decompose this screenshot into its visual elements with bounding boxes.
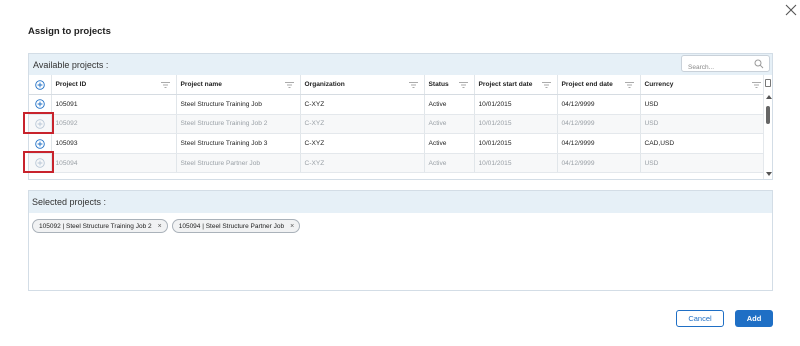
cell-project-name: Steel Structure Training Job 2 bbox=[176, 114, 301, 135]
cell-project-id: 105091 bbox=[51, 94, 177, 115]
selected-project-chip: 105094 | Steel Structure Partner Job × bbox=[171, 219, 301, 233]
column-header-status[interactable]: Status bbox=[424, 75, 475, 96]
search-input[interactable] bbox=[688, 60, 754, 75]
selected-chips: 105092 | Steel Structure Training Job 2 … bbox=[32, 219, 301, 233]
cell-organization: C-XYZ bbox=[300, 133, 425, 154]
remove-chip-icon[interactable]: × bbox=[290, 223, 294, 230]
cell-start-date: 10/01/2015 bbox=[474, 153, 558, 174]
remove-chip-icon[interactable]: × bbox=[158, 223, 162, 230]
search-box[interactable] bbox=[681, 55, 770, 75]
cell-end-date: 04/12/9999 bbox=[557, 133, 641, 154]
cell-status: Active bbox=[424, 133, 475, 154]
cell-start-date: 10/01/2015 bbox=[474, 114, 558, 135]
cancel-button[interactable]: Cancel bbox=[676, 310, 724, 327]
column-header-end-date[interactable]: Project end date bbox=[557, 75, 641, 96]
column-label: Project name bbox=[180, 81, 222, 89]
chip-label: 105092 | Steel Structure Training Job 2 bbox=[39, 222, 152, 230]
cell-end-date: 04/12/9999 bbox=[557, 153, 641, 174]
add-circle-icon[interactable] bbox=[34, 138, 45, 149]
table-row[interactable]: 105091 Steel Structure Training Job C-XY… bbox=[29, 94, 768, 115]
add-all-header[interactable] bbox=[29, 75, 52, 96]
cell-end-date: 04/12/9999 bbox=[557, 114, 641, 135]
table-header-row: Project ID Project name Organization Sta… bbox=[29, 75, 768, 96]
column-label: Status bbox=[428, 81, 449, 89]
filter-icon[interactable] bbox=[541, 82, 551, 88]
column-label: Project start date bbox=[478, 81, 533, 89]
filter-icon[interactable] bbox=[284, 82, 294, 88]
available-projects-panel: Available projects : Project ID Project … bbox=[28, 53, 773, 180]
annotation-highlight-box bbox=[23, 112, 54, 134]
column-header-project-id[interactable]: Project ID bbox=[51, 75, 177, 96]
dialog-title: Assign to projects bbox=[28, 26, 111, 37]
cell-currency: CAD,USD bbox=[640, 133, 768, 154]
add-circle-icon[interactable] bbox=[34, 99, 45, 110]
cell-currency: USD bbox=[640, 94, 768, 115]
filter-icon[interactable] bbox=[458, 82, 468, 88]
cell-project-name: Steel Structure Training Job bbox=[176, 94, 301, 115]
cell-start-date: 10/01/2015 bbox=[474, 133, 558, 154]
selected-projects-header: Selected projects : bbox=[29, 191, 772, 213]
scroll-up-arrow[interactable] bbox=[766, 95, 772, 99]
cell-status: Active bbox=[424, 153, 475, 174]
column-header-currency[interactable]: Currency bbox=[640, 75, 768, 96]
available-projects-label: Available projects : bbox=[33, 60, 109, 70]
cell-status: Active bbox=[424, 94, 475, 115]
add-all-icon bbox=[34, 79, 45, 90]
chip-label: 105094 | Steel Structure Partner Job bbox=[178, 222, 285, 230]
cell-project-id: 105093 bbox=[51, 133, 177, 154]
cell-organization: C-XYZ bbox=[300, 153, 425, 174]
table-row[interactable]: 105094 Steel Structure Partner Job C-XYZ… bbox=[29, 153, 768, 174]
cell-project-id: 105092 bbox=[51, 114, 177, 135]
selected-projects-label: Selected projects : bbox=[32, 197, 107, 207]
scroll-thumb[interactable] bbox=[766, 106, 770, 124]
table-row[interactable]: 105093 Steel Structure Training Job 3 C-… bbox=[29, 133, 768, 154]
cell-organization: C-XYZ bbox=[300, 114, 425, 135]
cell-project-name: Steel Structure Training Job 3 bbox=[176, 133, 301, 154]
filter-icon[interactable] bbox=[408, 82, 418, 88]
filter-icon[interactable] bbox=[624, 82, 634, 88]
available-projects-header: Available projects : bbox=[29, 54, 772, 75]
table-scrollbar[interactable] bbox=[763, 75, 772, 179]
column-label: Organization bbox=[304, 81, 345, 89]
cell-end-date: 04/12/9999 bbox=[557, 94, 641, 115]
cell-start-date: 10/01/2015 bbox=[474, 94, 558, 115]
cell-currency: USD bbox=[640, 114, 768, 135]
cell-currency: USD bbox=[640, 153, 768, 174]
annotation-highlight-box bbox=[23, 151, 54, 173]
cell-project-name: Steel Structure Partner Job bbox=[176, 153, 301, 174]
selected-project-chip: 105092 | Steel Structure Training Job 2 … bbox=[32, 219, 168, 233]
scroll-down-arrow[interactable] bbox=[766, 172, 772, 176]
cell-project-id: 105094 bbox=[51, 153, 177, 174]
column-label: Currency bbox=[644, 81, 674, 89]
selected-projects-panel: Selected projects : 105092 | Steel Struc… bbox=[28, 190, 773, 291]
column-label: Project ID bbox=[55, 81, 87, 89]
filter-icon[interactable] bbox=[160, 82, 170, 88]
column-header-project-name[interactable]: Project name bbox=[176, 75, 301, 96]
filter-icon[interactable] bbox=[751, 82, 761, 88]
close-button[interactable] bbox=[783, 2, 799, 18]
table-row[interactable]: 105092 Steel Structure Training Job 2 C-… bbox=[29, 114, 768, 135]
add-button[interactable]: Add bbox=[735, 310, 773, 327]
column-menu-icon[interactable] bbox=[765, 79, 771, 87]
cell-organization: C-XYZ bbox=[300, 94, 425, 115]
cell-status: Active bbox=[424, 114, 475, 135]
search-icon bbox=[754, 59, 764, 69]
column-header-organization[interactable]: Organization bbox=[300, 75, 425, 96]
column-header-start-date[interactable]: Project start date bbox=[474, 75, 558, 96]
projects-table: Project ID Project name Organization Sta… bbox=[29, 75, 768, 174]
close-icon bbox=[785, 4, 797, 16]
column-label: Project end date bbox=[561, 81, 613, 89]
